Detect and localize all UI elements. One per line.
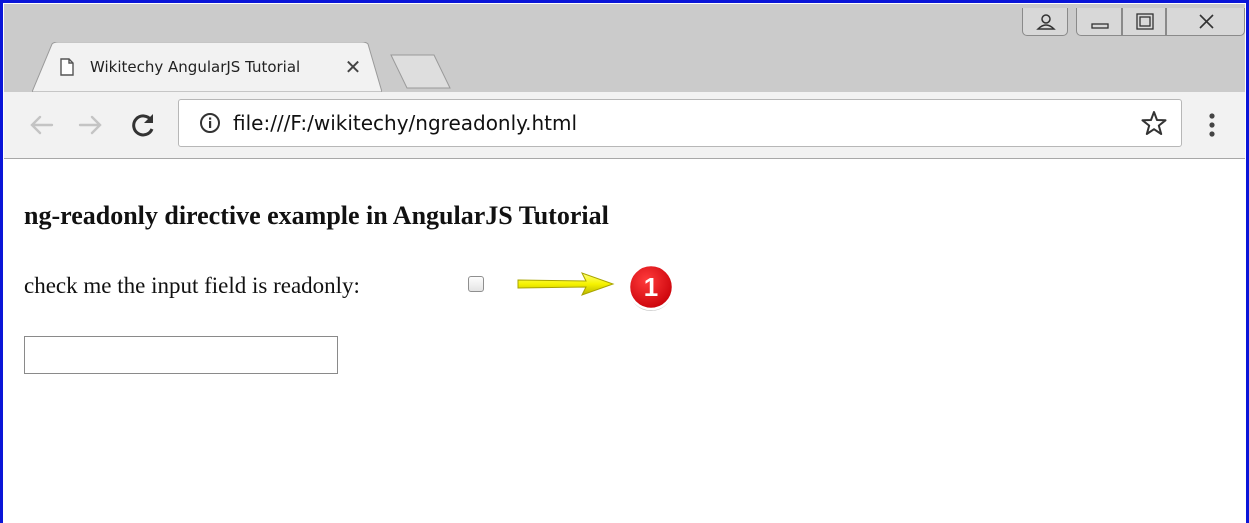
forward-icon[interactable] [76,110,106,140]
readonly-text-input[interactable] [24,336,338,374]
arrow-annotation [517,272,615,296]
url-text[interactable]: file:///F:/wikitechy/ngreadonly.html [233,110,577,136]
checkbox-label: check me the input field is readonly: [24,273,360,298]
maximize-icon [1136,13,1154,30]
minimize-button[interactable] [1076,8,1122,36]
star-icon[interactable] [1141,110,1167,136]
maximize-button[interactable] [1122,8,1166,36]
menu-icon[interactable] [1206,110,1218,140]
reload-icon[interactable] [128,110,158,140]
info-icon[interactable] [199,112,221,134]
window-controls [1018,8,1249,36]
badge-number: 1 [644,272,658,302]
tab-close-icon[interactable]: ✕ [342,56,364,78]
new-tab-button[interactable] [390,54,452,90]
tab-strip: Wikitechy AngularJS Tutorial ✕ [4,4,1245,92]
page-heading: ng-readonly directive example in Angular… [24,201,609,230]
profile-button[interactable] [1022,8,1068,36]
readonly-checkbox[interactable] [468,276,484,292]
minimize-icon [1091,23,1109,29]
browser-toolbar: file:///F:/wikitechy/ngreadonly.html [4,92,1245,159]
close-icon [1199,14,1214,29]
back-icon[interactable] [26,110,56,140]
tab-title[interactable]: Wikitechy AngularJS Tutorial [90,56,342,78]
profile-icon [1036,14,1056,30]
page-content: ng-readonly directive example in Angular… [4,159,1245,523]
address-bar[interactable]: file:///F:/wikitechy/ngreadonly.html [178,99,1182,147]
close-button[interactable] [1166,8,1245,36]
document-icon [60,58,74,76]
step-number-badge: 1 [627,263,675,311]
